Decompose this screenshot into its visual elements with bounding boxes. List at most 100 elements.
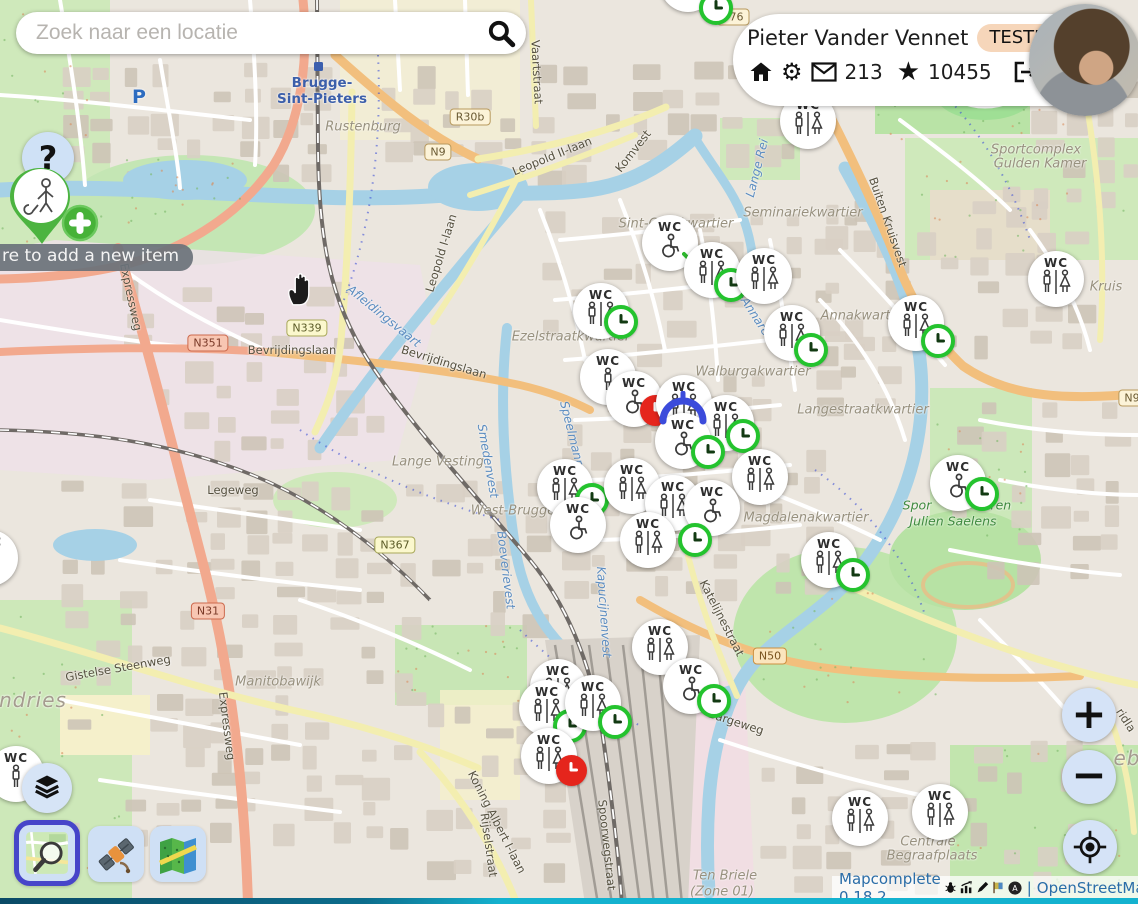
attribution-bar: Mapcomplete 0.18.2 A | OpenStreetMap xyxy=(832,876,1138,899)
opening-hours-open-icon[interactable] xyxy=(836,558,870,592)
wheelchair-icon xyxy=(655,233,685,264)
toilet-marker-label: WC xyxy=(679,664,703,676)
opening-hours-open-icon[interactable] xyxy=(965,477,999,511)
toilet-marker-label: WC xyxy=(622,377,646,389)
toilet-marker-label: WC xyxy=(848,796,872,808)
opening-hours-open-icon[interactable] xyxy=(794,333,828,367)
man-woman-icon xyxy=(743,467,777,498)
layers-button[interactable] xyxy=(22,763,72,813)
man-woman-icon xyxy=(791,111,825,142)
man-woman-icon xyxy=(643,637,677,668)
toilet-marker-label: WC xyxy=(537,734,561,746)
toilet-marker-label: WC xyxy=(636,518,660,530)
toilet-marker-mw[interactable]: WC xyxy=(736,248,792,304)
toilet-marker-label: WC xyxy=(596,355,620,367)
toilet-marker-mw[interactable]: WC xyxy=(832,790,888,846)
man-woman-icon xyxy=(615,476,649,507)
flag-icon[interactable] xyxy=(992,881,1005,894)
man-woman-icon xyxy=(923,802,957,833)
toilet-marker-label: WC xyxy=(535,686,559,698)
chart-icon[interactable] xyxy=(960,881,973,894)
toilet-marker-label: WC xyxy=(566,503,590,515)
opening-hours-open-icon[interactable] xyxy=(598,705,632,739)
person-icon xyxy=(0,548,3,579)
toilet-marker-label: WC xyxy=(581,681,605,693)
toilet-marker-label: WC xyxy=(589,289,613,301)
toilet-marker-label: WC xyxy=(700,248,724,260)
basemap-style-map[interactable] xyxy=(150,826,206,882)
settings-gear-icon[interactable]: ⚙ xyxy=(781,60,803,84)
search-bar xyxy=(16,12,526,54)
attribution-separator: | xyxy=(1027,879,1032,897)
zoom-out-button[interactable]: − xyxy=(1062,750,1116,804)
crosshair-icon xyxy=(1072,829,1108,865)
toilet-marker-single[interactable]: WC xyxy=(0,530,18,586)
statistics-icon[interactable] xyxy=(944,881,957,894)
openstreetmap-link[interactable]: OpenStreetMap xyxy=(1037,879,1138,897)
home-icon[interactable] xyxy=(749,60,773,84)
toilet-marker-label: WC xyxy=(748,455,772,467)
toilet-marker-label: WC xyxy=(714,401,738,413)
search-icon[interactable] xyxy=(486,18,516,48)
toilet-marker-label: WC xyxy=(4,752,28,764)
toilet-marker-label: WC xyxy=(946,461,970,473)
opening-hours-open-icon[interactable] xyxy=(699,0,733,25)
svg-text:A: A xyxy=(1012,884,1018,893)
opening-hours-open-icon[interactable] xyxy=(691,435,725,469)
basemap-style-osm-selected[interactable] xyxy=(14,820,80,886)
add-new-item-pin[interactable] xyxy=(2,160,102,256)
toilet-marker-label: WC xyxy=(1044,257,1068,269)
opening-hours-open-icon[interactable] xyxy=(678,523,712,557)
folded-map-icon xyxy=(156,832,200,876)
toilet-marker-label: WC xyxy=(620,464,644,476)
changesets-count: 10455 xyxy=(928,60,992,84)
search-input[interactable] xyxy=(34,20,486,46)
user-name[interactable]: Pieter Vander Vennet xyxy=(747,26,968,50)
messages-count: 213 xyxy=(845,60,883,84)
basemap-style-satellite[interactable] xyxy=(88,826,144,882)
satellite-icon xyxy=(94,832,138,876)
pencil-icon[interactable] xyxy=(976,881,989,894)
toilet-marker-label: WC xyxy=(671,419,695,431)
toilet-marker-mw[interactable]: WC xyxy=(732,449,788,505)
toilet-marker-label: WC xyxy=(672,381,696,393)
toilet-marker-mw[interactable]: WC xyxy=(912,784,968,840)
toilet-marker-mw[interactable]: WC xyxy=(1028,251,1084,307)
geolocate-button[interactable] xyxy=(1063,820,1117,874)
mapcomplete-app: PBrugge-Sint-PietersRustenburgVaartstraa… xyxy=(0,0,1138,904)
zoom-in-button[interactable]: + xyxy=(1062,688,1116,742)
opening-hours-open-icon[interactable] xyxy=(604,305,638,339)
toilet-marker-label: WC xyxy=(546,665,570,677)
opening-hours-closed-icon[interactable] xyxy=(556,755,587,786)
osm-carto-icon xyxy=(24,830,70,876)
toilet-marker-mw[interactable]: WC xyxy=(620,512,676,568)
star-icon: ★ xyxy=(897,59,920,85)
man-woman-icon xyxy=(843,808,877,839)
man-woman-icon xyxy=(1039,269,1073,300)
bottom-accent-bar xyxy=(0,898,1138,904)
toilet-marker-label: WC xyxy=(752,254,776,266)
toilet-marker-label: WC xyxy=(780,311,804,323)
man-woman-icon xyxy=(747,266,781,297)
toilet-marker-label: WC xyxy=(700,486,724,498)
toilet-marker-label: WC xyxy=(904,301,928,313)
map-marker-layer: WCWCWCWCWCWCWCWCWCWCWCWCWCWCWCWCWCWCWCWC… xyxy=(0,0,1138,904)
license-circle-icon[interactable]: A xyxy=(1008,881,1022,895)
toilet-marker-label: WC xyxy=(817,538,841,550)
toilet-marker-label: WC xyxy=(553,465,577,477)
opening-hours-open-icon[interactable] xyxy=(726,419,760,453)
user-avatar[interactable] xyxy=(1029,4,1138,116)
wheelchair-icon xyxy=(563,515,593,546)
toilet-marker-label: WC xyxy=(661,481,685,493)
add-item-tooltip: re to add a new item xyxy=(0,244,193,271)
layers-icon xyxy=(32,773,62,803)
man-woman-icon xyxy=(631,530,665,561)
toilet-marker-label: WC xyxy=(658,221,682,233)
toilet-marker-label: WC xyxy=(928,790,952,802)
opening-hours-open-icon[interactable] xyxy=(697,684,731,718)
opening-hours-open-icon[interactable] xyxy=(921,324,955,358)
messages-icon[interactable] xyxy=(811,62,837,82)
toilet-marker-wheelchair[interactable]: WC xyxy=(550,497,606,553)
toilet-marker-label: WC xyxy=(648,625,672,637)
toilet-marker-label: WC xyxy=(0,536,2,548)
